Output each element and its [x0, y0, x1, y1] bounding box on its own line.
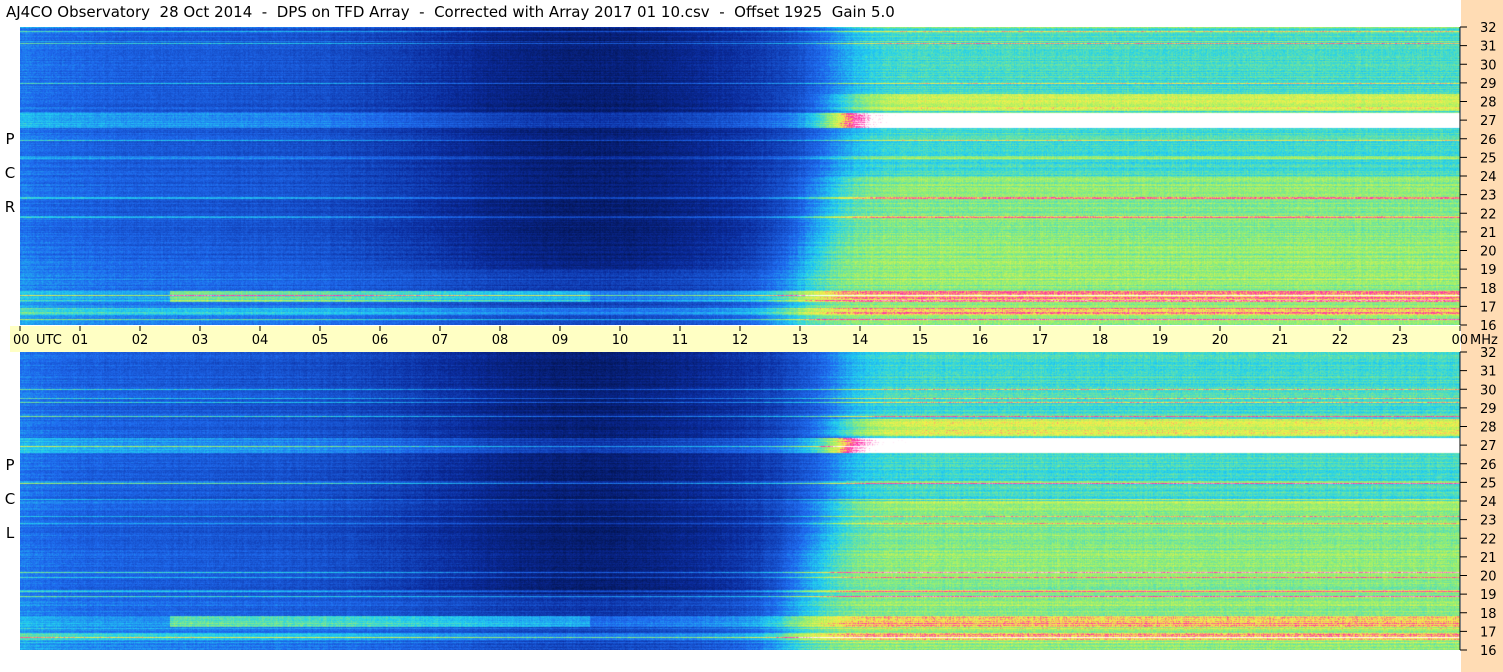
freq-tick-label: 28: [1480, 421, 1497, 436]
freq-tick-label: 21: [1480, 226, 1497, 241]
freq-tick-label: 23: [1480, 514, 1497, 529]
time-tick-label: 17: [1032, 333, 1049, 348]
freq-tick-label: 27: [1480, 114, 1497, 129]
freq-tick-label: 26: [1480, 458, 1497, 473]
time-tick-label: 06: [372, 333, 389, 348]
freq-tick-label: 27: [1480, 439, 1497, 454]
freq-tick-label: 25: [1480, 151, 1497, 166]
freq-tick-label: 24: [1480, 170, 1497, 185]
time-tick-label: 15: [912, 333, 929, 348]
time-tick-label: 04: [252, 333, 269, 348]
freq-tick-label: 16: [1480, 644, 1497, 659]
time-axis-unit: UTC: [36, 333, 62, 348]
freq-tick-label: 19: [1480, 588, 1497, 603]
freq-tick-label: 22: [1480, 532, 1497, 547]
freq-tick-label: 24: [1480, 495, 1497, 510]
time-tick-label: 14: [852, 333, 869, 348]
time-tick-label: 09: [552, 333, 569, 348]
freq-tick-label: 19: [1480, 263, 1497, 278]
freq-tick-label: 22: [1480, 207, 1497, 222]
freq-tick-label: 31: [1480, 365, 1497, 380]
time-tick-label: 05: [312, 333, 329, 348]
time-tick-label: 21: [1272, 333, 1289, 348]
freq-tick-label: 16: [1480, 319, 1497, 334]
freq-axis-unit: MHz: [1470, 333, 1498, 348]
time-tick-label: 02: [132, 333, 149, 348]
freq-tick-label: 18: [1480, 607, 1497, 622]
freq-tick-label: 17: [1480, 300, 1497, 315]
freq-tick-label: 26: [1480, 133, 1497, 148]
time-tick-label: 08: [492, 333, 509, 348]
freq-tick-label: 20: [1480, 570, 1497, 585]
time-tick-label: 18: [1092, 333, 1109, 348]
freq-tick-label: 25: [1480, 476, 1497, 491]
time-tick-label: 10: [612, 333, 629, 348]
time-tick-label: 22: [1332, 333, 1349, 348]
time-tick-label: 03: [192, 333, 209, 348]
time-tick-label: 00: [1451, 333, 1468, 348]
time-tick-label: 01: [72, 333, 89, 348]
freq-tick-label: 29: [1480, 402, 1497, 417]
time-tick-label: 00: [13, 333, 30, 348]
axes-overlay: 16 17 18 19 20 21 22 23 24 25 26 27 28 29 30 31 32 16 17 18…: [13, 21, 1498, 659]
freq-tick-label: 30: [1480, 383, 1497, 398]
freq-tick-label: 28: [1480, 96, 1497, 111]
time-tick-label: 11: [672, 333, 689, 348]
freq-tick-label: 21: [1480, 551, 1497, 566]
freq-tick-label: 17: [1480, 625, 1497, 640]
freq-tick-label: 18: [1480, 282, 1497, 297]
time-tick-label: 16: [972, 333, 989, 348]
freq-tick-label: 32: [1480, 346, 1497, 361]
time-tick-label: 07: [432, 333, 449, 348]
time-tick-label: 19: [1152, 333, 1169, 348]
freq-tick-label: 20: [1480, 245, 1497, 260]
freq-tick-label: 32: [1480, 21, 1497, 36]
freq-tick-label: 29: [1480, 77, 1497, 92]
time-tick-label: 13: [792, 333, 809, 348]
freq-tick-label: 30: [1480, 58, 1497, 73]
time-tick-label: 20: [1212, 333, 1229, 348]
freq-tick-label: 31: [1480, 40, 1497, 55]
time-tick-label: 23: [1392, 333, 1409, 348]
time-tick-label: 12: [732, 333, 749, 348]
freq-tick-label: 23: [1480, 189, 1497, 204]
